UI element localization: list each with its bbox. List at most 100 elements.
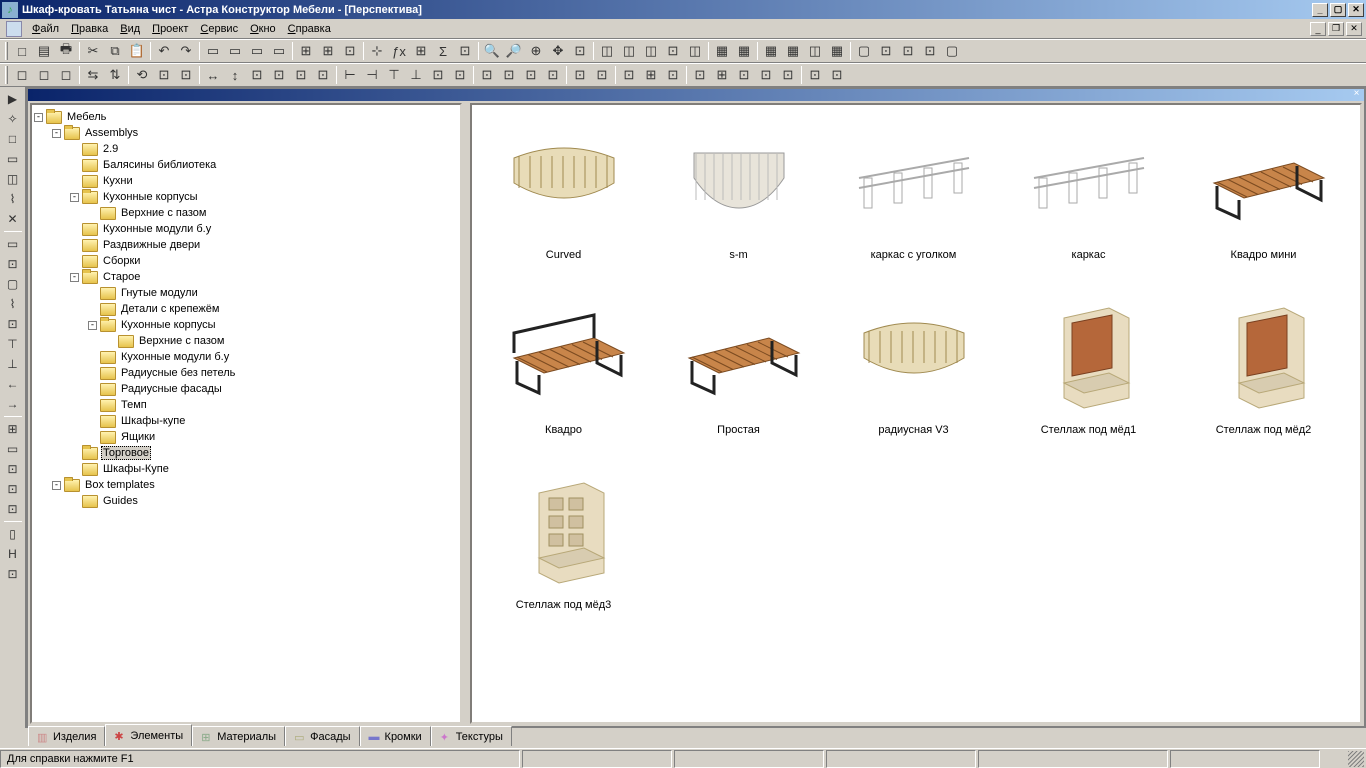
tree-node[interactable]: Ящики: [34, 429, 458, 445]
tree-label[interactable]: 2.9: [101, 143, 120, 155]
toolbar-button[interactable]: ⊞: [295, 40, 317, 62]
mdi-restore-button[interactable]: ❐: [1328, 22, 1344, 36]
toolbar-button[interactable]: 🔎: [503, 40, 525, 62]
collapse-icon[interactable]: -: [34, 113, 43, 122]
menu-файл[interactable]: Файл: [26, 21, 65, 37]
tree-node[interactable]: Кухонные модули б.у: [34, 221, 458, 237]
resize-grip-icon[interactable]: [1348, 751, 1364, 767]
minimize-button[interactable]: _: [1312, 3, 1328, 17]
toolbar-button[interactable]: ✂: [82, 40, 104, 62]
toolbar-button[interactable]: ⊡: [804, 64, 826, 86]
tree-label[interactable]: Верхние с пазом: [119, 207, 208, 219]
toolbar-button[interactable]: ⊡: [919, 40, 941, 62]
side-tool-button[interactable]: ⊡: [2, 479, 24, 499]
tree-label[interactable]: Радиусные фасады: [119, 383, 224, 395]
toolbar-button[interactable]: ⊡: [618, 64, 640, 86]
toolbar-button[interactable]: □: [11, 40, 33, 62]
close-button[interactable]: ✕: [1348, 3, 1364, 17]
tree-label[interactable]: Старое: [101, 271, 142, 283]
toolbar-button[interactable]: ⊥: [405, 64, 427, 86]
tree-node[interactable]: Раздвижные двери: [34, 237, 458, 253]
toolbar-button[interactable]: ⊡: [498, 64, 520, 86]
tree-node[interactable]: Радиусные без петель: [34, 365, 458, 381]
thumbnail-item[interactable]: радиусная V3: [826, 290, 1001, 465]
thumbnail-item[interactable]: Простая: [651, 290, 826, 465]
menu-окно[interactable]: Окно: [244, 21, 282, 37]
gallery-panel[interactable]: Curveds-mкаркас с уголкомкаркасКвадро ми…: [470, 103, 1362, 724]
tree-node[interactable]: Балясины библиотека: [34, 157, 458, 173]
side-tool-button[interactable]: ✕: [2, 209, 24, 229]
toolbar-button[interactable]: Σ: [432, 40, 454, 62]
splitter[interactable]: [464, 103, 468, 724]
menu-сервис[interactable]: Сервис: [194, 21, 244, 37]
side-tool-button[interactable]: ⊡: [2, 254, 24, 274]
toolbar-button[interactable]: ⊞: [410, 40, 432, 62]
tree-label[interactable]: Верхние с пазом: [137, 335, 226, 347]
tree-label[interactable]: Раздвижные двери: [101, 239, 202, 251]
toolbar-button[interactable]: ⊤: [383, 64, 405, 86]
tree-node[interactable]: Детали с крепежём: [34, 301, 458, 317]
tree-label[interactable]: Мебель: [65, 111, 108, 123]
tree-label[interactable]: Assemblys: [83, 127, 140, 139]
thumbnail-item[interactable]: Стеллаж под мёд2: [1176, 290, 1351, 465]
toolbar-button[interactable]: ⊡: [476, 64, 498, 86]
side-tool-button[interactable]: ▭: [2, 234, 24, 254]
toolbar-button[interactable]: ⊡: [689, 64, 711, 86]
collapse-icon[interactable]: -: [52, 481, 61, 490]
mdi-minimize-button[interactable]: _: [1310, 22, 1326, 36]
toolbar-button[interactable]: ⊡: [826, 64, 848, 86]
tree-label[interactable]: Темп: [119, 399, 149, 411]
tab-кромки[interactable]: ▬Кромки: [360, 726, 431, 746]
tree-label[interactable]: Box templates: [83, 479, 157, 491]
thumbnail-item[interactable]: Квадро: [476, 290, 651, 465]
panel-close-icon[interactable]: ×: [1351, 89, 1362, 100]
toolbar-button[interactable]: ⊡: [268, 64, 290, 86]
toolbar-button[interactable]: ⊞: [640, 64, 662, 86]
toolbar-button[interactable]: ◫: [804, 40, 826, 62]
toolbar-button[interactable]: ⊡: [175, 64, 197, 86]
tree-label[interactable]: Кухни: [101, 175, 135, 187]
side-tool-button[interactable]: ◫: [2, 169, 24, 189]
toolbar-button[interactable]: ⊡: [662, 64, 684, 86]
tree-node[interactable]: Guides: [34, 493, 458, 509]
collapse-icon[interactable]: -: [70, 193, 79, 202]
toolbar-button[interactable]: ⊡: [542, 64, 564, 86]
toolbar-button[interactable]: ▭: [202, 40, 224, 62]
tree-label[interactable]: Радиусные без петель: [119, 367, 237, 379]
side-tool-button[interactable]: ▢: [2, 274, 24, 294]
toolbar-button[interactable]: ◫: [640, 40, 662, 62]
side-tool-button[interactable]: →: [2, 394, 24, 414]
toolbar-button[interactable]: ⊡: [662, 40, 684, 62]
side-tool-button[interactable]: ⌇: [2, 294, 24, 314]
tree-node[interactable]: - Кухонные корпусы: [34, 189, 458, 205]
toolbar-button[interactable]: ⊡: [427, 64, 449, 86]
tree-node[interactable]: Торговое: [34, 445, 458, 461]
toolbar-button[interactable]: ▦: [711, 40, 733, 62]
toolbar-button[interactable]: ◻: [55, 64, 77, 86]
side-tool-button[interactable]: H: [2, 544, 24, 564]
toolbar-button[interactable]: ▭: [224, 40, 246, 62]
tree-label[interactable]: Кухонные корпусы: [101, 191, 200, 203]
tree-node[interactable]: Верхние с пазом: [34, 333, 458, 349]
toolbar-button[interactable]: ⊡: [755, 64, 777, 86]
toolbar-button[interactable]: ⊡: [153, 64, 175, 86]
toolbar-button[interactable]: ▢: [853, 40, 875, 62]
toolbar-button[interactable]: 🖶: [55, 40, 77, 62]
toolbar-button[interactable]: ✥: [547, 40, 569, 62]
toolbar-button[interactable]: ▭: [246, 40, 268, 62]
toolbar-button[interactable]: ⊡: [246, 64, 268, 86]
tree-label[interactable]: Гнутые модули: [119, 287, 200, 299]
collapse-icon[interactable]: -: [70, 273, 79, 282]
toolbar-button[interactable]: ▢: [941, 40, 963, 62]
panel-header[interactable]: ×: [28, 89, 1364, 101]
toolbar-button[interactable]: ▦: [826, 40, 848, 62]
menu-вид[interactable]: Вид: [114, 21, 146, 37]
tab-элементы[interactable]: ✱Элементы: [105, 724, 192, 746]
tree-node[interactable]: -Кухонные корпусы: [34, 317, 458, 333]
tree-label[interactable]: Кухонные модули б.у: [119, 351, 231, 363]
toolbar-button[interactable]: ⊡: [733, 64, 755, 86]
toolbar-button[interactable]: ⊡: [569, 40, 591, 62]
toolbar-button[interactable]: ⊡: [591, 64, 613, 86]
toolbar-button[interactable]: ⊞: [711, 64, 733, 86]
toolbar-button[interactable]: ⊡: [339, 40, 361, 62]
